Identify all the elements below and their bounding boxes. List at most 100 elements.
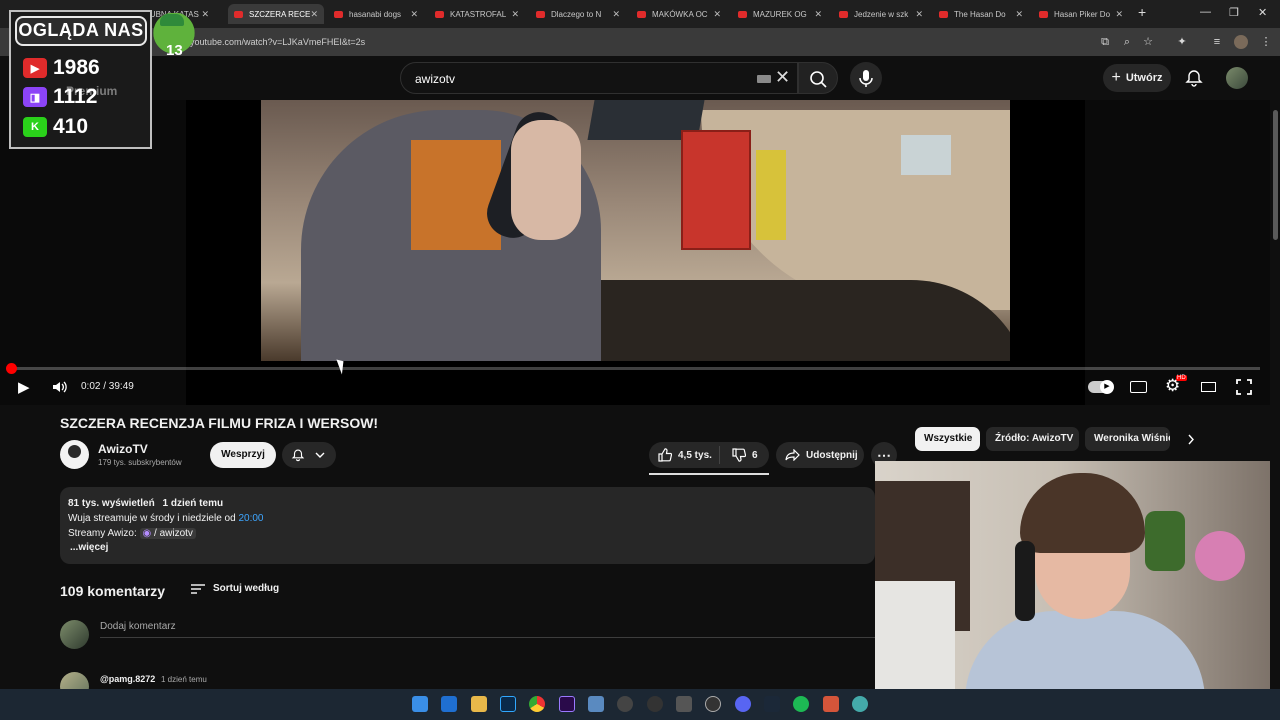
browser-tab[interactable]: Jedzenie w szk ✕ (833, 4, 929, 24)
video-toy-box (901, 135, 951, 175)
clear-search-icon[interactable]: ✕ (775, 67, 790, 88)
media-control-icon[interactable]: ≡ (1210, 35, 1224, 49)
app-icon-6[interactable] (852, 696, 868, 712)
close-window-button[interactable]: ✕ (1258, 6, 1267, 19)
close-tab-icon[interactable]: ✕ (310, 9, 318, 20)
close-tab-icon[interactable]: ✕ (814, 9, 822, 20)
app-icon-1[interactable] (588, 696, 604, 712)
browser-tab[interactable]: hasanabi dogs ✕ (328, 4, 424, 24)
maximize-window-button[interactable]: ❐ (1229, 6, 1239, 19)
browser-tab[interactable]: Dlaczego to N ✕ (530, 4, 626, 24)
page-scrollbar-thumb[interactable] (1273, 110, 1278, 240)
twitch-channel-link[interactable]: ◉ / awizotv (139, 528, 196, 539)
sort-comments-button[interactable]: Sortuj według (191, 583, 279, 594)
fullscreen-icon[interactable] (1236, 379, 1252, 395)
profile-avatar-icon[interactable] (1234, 35, 1248, 49)
close-tab-icon[interactable]: ✕ (915, 9, 923, 20)
add-comment-input[interactable]: Dodaj komentarz (100, 621, 176, 632)
close-tab-icon[interactable]: ✕ (410, 9, 418, 20)
close-tab-icon[interactable]: ✕ (612, 9, 620, 20)
premiere-icon[interactable] (559, 696, 575, 712)
minimize-window-button[interactable]: — (1200, 6, 1211, 18)
chevron-right-icon[interactable] (1187, 434, 1195, 445)
browser-tab[interactable]: KATASTROFAL ✕ (429, 4, 525, 24)
join-button[interactable]: Wesprzyj (210, 442, 276, 468)
browser-tab[interactable]: MAKÓWKA OC ✕ (631, 4, 727, 24)
browser-tab[interactable]: Hasan Piker Do ✕ (1033, 4, 1129, 24)
overlay-row-youtube: ▶ 1986 (23, 56, 100, 80)
browser-tab[interactable]: SZCZERA RECE ✕ (228, 4, 324, 24)
obs-icon[interactable] (705, 696, 721, 712)
outlook-icon[interactable] (441, 696, 457, 712)
subtitles-icon[interactable] (1130, 381, 1147, 393)
volume-icon[interactable] (52, 380, 68, 394)
account-avatar[interactable] (1226, 67, 1248, 89)
bookmark-star-icon[interactable]: ☆ (1141, 35, 1155, 49)
description-time-link[interactable]: 20:00 (238, 513, 263, 524)
close-tab-icon[interactable]: ✕ (511, 9, 519, 20)
chip-all[interactable]: Wszystkie (915, 427, 980, 451)
sort-icon (191, 583, 205, 594)
search-button[interactable] (798, 62, 838, 94)
autoplay-toggle[interactable]: ▶ (1088, 380, 1114, 394)
progress-bar[interactable] (6, 363, 1260, 374)
steam-icon[interactable] (764, 696, 780, 712)
browser-tab[interactable]: MAZUREK OG ✕ (732, 4, 828, 24)
webcam-headset (1015, 541, 1035, 621)
subscribe-notifications-button[interactable] (282, 442, 336, 468)
address-bar-url[interactable]: youtube.com/watch?v=LJKaVmeFHEI&t=2s (190, 37, 365, 47)
like-button[interactable]: 4,5 tys. (649, 448, 719, 462)
close-tab-icon[interactable]: ✕ (1115, 9, 1123, 20)
app-icon-2[interactable] (617, 696, 633, 712)
close-tab-icon[interactable]: ✕ (1015, 9, 1023, 20)
voice-search-button[interactable] (850, 62, 882, 94)
webcam-green-plush (1145, 511, 1185, 571)
comments-count: 109 komentarzy (60, 583, 166, 599)
browser-tab[interactable]: The Hasan Do ✕ (933, 4, 1029, 24)
chip-source-channel[interactable]: Źródło: AwizoTV (986, 427, 1079, 451)
like-dislike-group: 4,5 tys. 6 (649, 442, 769, 468)
discord-icon[interactable] (735, 696, 751, 712)
app-icon-3[interactable] (647, 696, 663, 712)
spotify-icon[interactable] (793, 696, 809, 712)
browser-tab-label: Hasan Piker Do (1054, 9, 1111, 19)
channel-name[interactable]: AwizoTV (98, 442, 148, 456)
create-label: Utwórz (1125, 72, 1163, 84)
comment-author[interactable]: @pamg.8272 (100, 674, 155, 684)
file-explorer-icon[interactable] (471, 696, 487, 712)
channel-avatar[interactable] (60, 440, 89, 469)
keyboard-icon[interactable] (757, 75, 771, 83)
description-line-1: Wuja streamuje w środy i niedziele od 20… (68, 513, 263, 524)
video-player[interactable]: ▶ 0:02 / 39:49 ▶ ⚙ HD (0, 100, 1270, 405)
description-box[interactable]: 81 tys. wyświetleń 1 dzień temu Wuja str… (60, 487, 875, 564)
page-scrollbar[interactable] (1270, 56, 1280, 689)
overlay-row-kick: K 410 (23, 115, 88, 139)
browser-tab-label: Jedzenie w szk (854, 9, 909, 19)
create-button[interactable]: + Utwórz (1103, 64, 1171, 92)
description-more-link[interactable]: ...więcej (70, 542, 108, 553)
close-tab-icon[interactable]: ✕ (201, 9, 209, 20)
youtube-favicon-icon (738, 10, 747, 18)
app-icon-4[interactable] (676, 696, 692, 712)
notifications-bell-icon[interactable] (1184, 68, 1204, 88)
video-frame[interactable] (261, 100, 1010, 361)
photoshop-icon[interactable] (500, 696, 516, 712)
theater-mode-icon[interactable] (1201, 382, 1216, 392)
search-input[interactable]: awizotv ✕ (400, 62, 798, 94)
start-menu-icon[interactable] (412, 696, 428, 712)
extensions-icon[interactable]: ✦ (1175, 35, 1189, 49)
dislike-button[interactable]: 6 (719, 446, 758, 464)
description-line-2: Streamy Awizo: ◉ / awizotv (68, 528, 196, 539)
chip-topic[interactable]: Weronika Wiśnie (1085, 427, 1170, 451)
close-tab-icon[interactable]: ✕ (713, 9, 721, 20)
chrome-icon[interactable] (529, 696, 545, 712)
install-app-icon[interactable]: ⧉ (1098, 35, 1112, 49)
new-tab-button[interactable]: + (1138, 4, 1146, 20)
time-display: 0:02 / 39:49 (81, 381, 134, 392)
play-button-icon[interactable]: ▶ (18, 378, 30, 396)
app-icon-5[interactable] (823, 696, 839, 712)
comment-time[interactable]: 1 dzień temu (161, 675, 207, 684)
browser-menu-icon[interactable]: ⋮ (1259, 35, 1273, 49)
zoom-icon[interactable]: ⌕ (1120, 35, 1134, 49)
share-button[interactable]: Udostępnij (776, 442, 864, 468)
